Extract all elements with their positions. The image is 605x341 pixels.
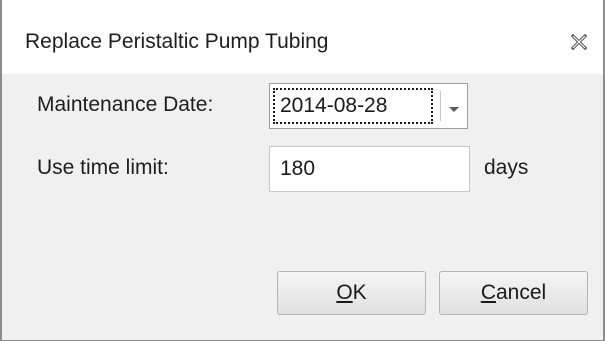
use-time-limit-label: Use time limit: xyxy=(37,156,169,179)
title-bar: Replace Peristaltic Pump Tubing xyxy=(2,0,603,74)
chevron-down-icon[interactable] xyxy=(448,101,460,119)
ok-mnemonic: O xyxy=(336,281,353,304)
dialog-title: Replace Peristaltic Pump Tubing xyxy=(25,30,329,53)
combo-divider xyxy=(440,91,441,121)
cancel-button[interactable]: Cancel xyxy=(439,271,588,315)
maintenance-date-value[interactable]: 2014-08-28 xyxy=(273,88,433,124)
cancel-label: ancel xyxy=(495,281,547,304)
ok-button[interactable]: OK xyxy=(277,271,426,315)
use-time-limit-input[interactable]: 180 xyxy=(269,146,470,192)
ok-label: K xyxy=(352,281,367,304)
maintenance-date-label: Maintenance Date: xyxy=(37,93,214,116)
maintenance-date-combobox[interactable]: 2014-08-28 xyxy=(269,83,468,129)
dialog-body: Maintenance Date: 2014-08-28 Use time li… xyxy=(2,74,603,340)
replace-tubing-dialog: Replace Peristaltic Pump Tubing Maintena… xyxy=(0,0,605,341)
cancel-mnemonic: C xyxy=(480,281,496,304)
close-icon[interactable] xyxy=(567,30,591,54)
days-unit-label: days xyxy=(484,156,529,179)
